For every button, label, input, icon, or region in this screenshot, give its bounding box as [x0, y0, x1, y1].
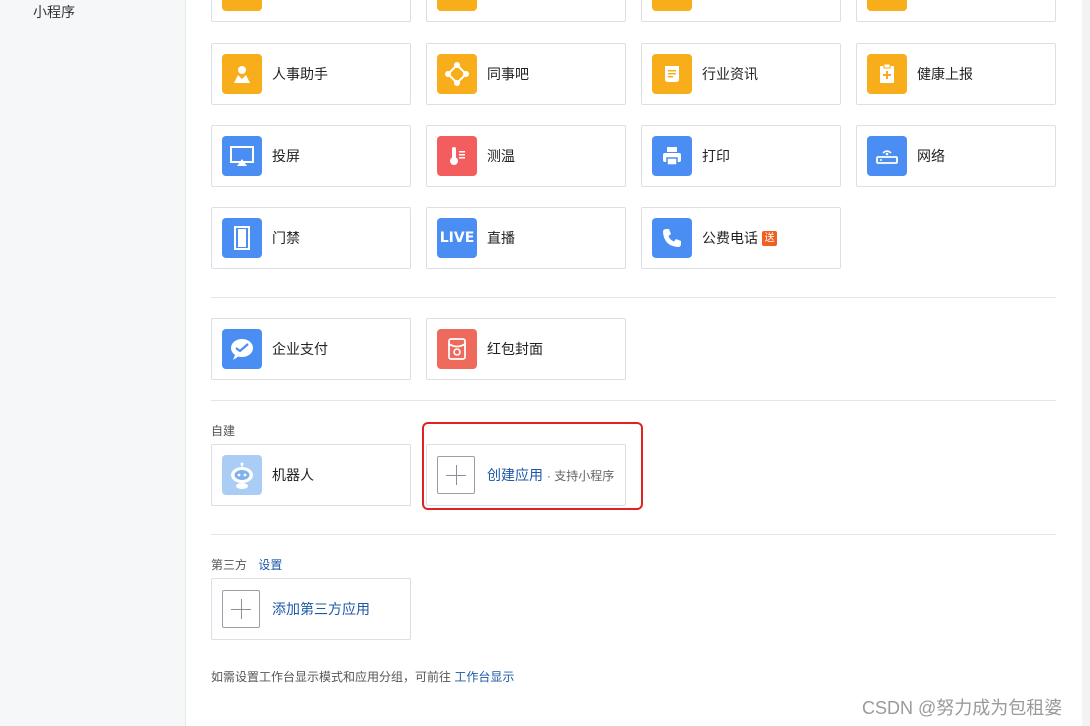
- divider: [211, 297, 1056, 298]
- app-label: 投屏: [272, 148, 300, 164]
- app-card-hr-assistant[interactable]: 人事助手: [211, 43, 411, 105]
- app-icon: [652, 0, 692, 11]
- app-icon: [867, 0, 907, 11]
- door-icon: [222, 218, 262, 258]
- app-card-phone[interactable]: 公费电话送: [641, 207, 841, 269]
- app-label: 同事吧: [487, 66, 529, 82]
- app-card-partial[interactable]: [426, 0, 626, 22]
- app-card-network[interactable]: 网络: [856, 125, 1056, 187]
- gift-badge: 送: [762, 231, 777, 246]
- app-label: 测温: [487, 148, 515, 164]
- plus-icon: [222, 590, 260, 628]
- app-card-print[interactable]: 打印: [641, 125, 841, 187]
- app-label: 直播: [487, 230, 515, 246]
- app-card-screencast[interactable]: 投屏: [211, 125, 411, 187]
- live-icon: LIVE: [437, 218, 477, 258]
- app-card-partial[interactable]: [211, 0, 411, 22]
- app-label: 公费电话送: [702, 208, 777, 268]
- red-envelope-icon: [437, 329, 477, 369]
- thermometer-icon: [437, 136, 477, 176]
- app-card-robot[interactable]: 机器人: [211, 444, 411, 506]
- app-label: 红包封面: [487, 341, 543, 357]
- workbench-display-link[interactable]: 工作台显示: [454, 670, 514, 684]
- app-card-temperature[interactable]: 测温: [426, 125, 626, 187]
- app-card-partial[interactable]: [641, 0, 841, 22]
- add-third-party-app-label: 添加第三方应用: [272, 601, 370, 617]
- sidebar-item-miniprogram[interactable]: 小程序: [33, 2, 75, 22]
- csdn-watermark: CSDN @努力成为包租婆: [862, 698, 1063, 718]
- app-icon: [437, 0, 477, 11]
- section-title-custom: 自建: [211, 424, 236, 438]
- health-clipboard-icon: [867, 54, 907, 94]
- app-card-red-envelope-cover[interactable]: 红包封面: [426, 318, 626, 380]
- footer-note: 如需设置工作台显示模式和应用分组，可前往 工作台显示: [211, 670, 515, 684]
- screen-cast-icon: [222, 136, 262, 176]
- app-label: 行业资讯: [702, 66, 758, 82]
- highlight-annotation-box: [422, 422, 643, 510]
- app-label: 网络: [917, 148, 945, 164]
- divider: [211, 400, 1056, 401]
- app-label: 人事助手: [272, 66, 328, 82]
- app-card-industry-news[interactable]: 行业资讯: [641, 43, 841, 105]
- wechat-pay-icon: [222, 329, 262, 369]
- sidebar: 小程序: [0, 0, 186, 726]
- person-badge-icon: [222, 54, 262, 94]
- app-label: 健康上报: [917, 66, 973, 82]
- app-label: 门禁: [272, 230, 300, 246]
- network-nodes-icon: [437, 54, 477, 94]
- app-label: 机器人: [272, 467, 314, 483]
- app-card-enterprise-pay[interactable]: 企业支付: [211, 318, 411, 380]
- section-title-third-party: 第三方 设置: [211, 558, 283, 572]
- app-card-live[interactable]: LIVE 直播: [426, 207, 626, 269]
- scrollbar-track[interactable]: [1082, 0, 1090, 726]
- robot-icon: [222, 455, 262, 495]
- app-card-access-control[interactable]: 门禁: [211, 207, 411, 269]
- app-icon: [222, 0, 262, 11]
- divider: [211, 534, 1056, 535]
- app-label: 企业支付: [272, 341, 328, 357]
- printer-icon: [652, 136, 692, 176]
- news-doc-icon: [652, 54, 692, 94]
- app-label: 打印: [702, 148, 730, 164]
- third-party-settings-link[interactable]: 设置: [258, 558, 282, 572]
- app-card-partial[interactable]: [856, 0, 1056, 22]
- app-card-health-report[interactable]: 健康上报: [856, 43, 1056, 105]
- router-icon: [867, 136, 907, 176]
- app-card-colleague[interactable]: 同事吧: [426, 43, 626, 105]
- add-third-party-app-button[interactable]: 添加第三方应用: [211, 578, 411, 640]
- phone-icon: [652, 218, 692, 258]
